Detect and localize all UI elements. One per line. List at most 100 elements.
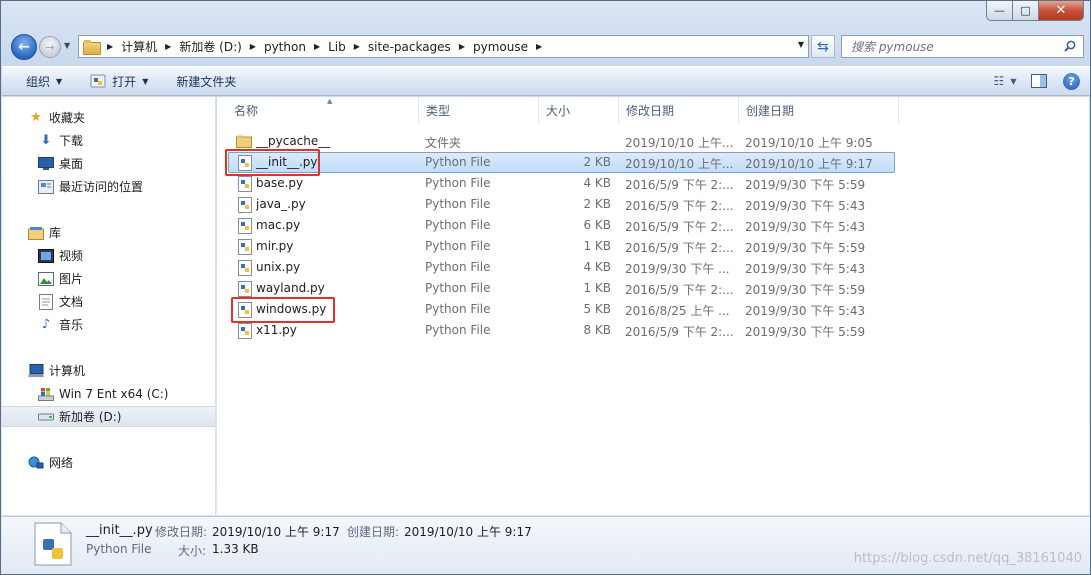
help-icon[interactable]: ?: [1063, 72, 1080, 90]
column-created-label: 创建日期: [746, 103, 795, 118]
file-row[interactable]: mir.py Python File 1 KB 2016/5/9 下午 2:..…: [217, 236, 895, 257]
breadcrumb-separator[interactable]: ▶: [310, 42, 324, 51]
breadcrumb-separator[interactable]: ▶: [161, 42, 175, 51]
open-button[interactable]: 打开 ▼: [78, 69, 160, 93]
breadcrumb-site-packages[interactable]: site-packages: [364, 40, 455, 54]
file-created: 2019/9/30 下午 5:59: [745, 325, 866, 339]
organize-button[interactable]: 组织 ▼: [14, 69, 74, 93]
nav-network[interactable]: 网络: [2, 452, 215, 473]
watermark-text: https://blog.csdn.net/qq_38161040: [853, 551, 1082, 566]
nav-videos[interactable]: 视频: [2, 245, 215, 266]
nav-drive-d-label: 新加卷 (D:): [59, 410, 122, 424]
column-header-created[interactable]: 创建日期: [739, 97, 899, 123]
breadcrumb-separator[interactable]: ▶: [350, 42, 364, 51]
file-row[interactable]: wayland.py Python File 1 KB 2016/5/9 下午 …: [217, 278, 895, 299]
details-size-label: 大小:: [178, 544, 207, 558]
file-created: 2019/9/30 下午 5:43: [745, 262, 866, 276]
drive-icon: [38, 409, 54, 425]
nav-pictures-label: 图片: [59, 272, 84, 286]
red-highlight-box-init: [225, 149, 320, 176]
breadcrumb-drive-d[interactable]: 新加卷 (D:): [175, 38, 245, 55]
folder-icon: [236, 135, 252, 148]
red-highlight-box-windows: [231, 297, 335, 323]
breadcrumb-pymouse[interactable]: pymouse: [469, 40, 532, 54]
file-row[interactable]: java_.py Python File 2 KB 2016/5/9 下午 2:…: [217, 194, 895, 215]
breadcrumb-lib[interactable]: Lib: [324, 40, 350, 54]
nav-recent-label: 最近访问的位置: [59, 180, 144, 194]
breadcrumb-separator[interactable]: ▶: [103, 42, 117, 51]
file-name: x11.py: [256, 323, 297, 337]
address-dropdown-icon[interactable]: ▼: [798, 40, 804, 49]
breadcrumb-python[interactable]: python: [260, 40, 310, 54]
nav-drive-c[interactable]: Win 7 Ent x64 (C:): [2, 383, 215, 404]
organize-label: 组织: [26, 74, 51, 89]
file-modified: 2019/10/10 上午...: [625, 157, 733, 171]
nav-videos-label: 视频: [59, 249, 84, 263]
view-list-icon: ☷: [993, 74, 1005, 88]
file-row[interactable]: unix.py Python File 4 KB 2019/9/30 下午 ..…: [217, 257, 895, 278]
file-row[interactable]: base.py Python File 4 KB 2016/5/9 下午 2:.…: [217, 173, 895, 194]
file-type: 文件夹: [425, 136, 462, 150]
arrow-right-icon: →: [45, 40, 55, 54]
nav-libraries[interactable]: 库: [2, 222, 215, 243]
column-type-label: 类型: [426, 103, 451, 118]
address-bar[interactable]: ▶ 计算机 ▶ 新加卷 (D:) ▶ python ▶ Lib ▶ site-p…: [78, 35, 809, 58]
search-icon[interactable]: [1064, 40, 1076, 52]
file-size: 6 KB: [583, 218, 611, 232]
file-size: 4 KB: [583, 260, 611, 274]
nav-documents[interactable]: 文档: [2, 291, 215, 312]
file-modified: 2016/8/25 上午 ...: [625, 304, 730, 318]
search-box[interactable]: [841, 35, 1084, 58]
column-header-size[interactable]: 大小: [539, 97, 619, 123]
preview-pane-button[interactable]: [1029, 71, 1049, 91]
video-icon: [38, 248, 54, 264]
refresh-button[interactable]: ⇆: [811, 35, 835, 58]
file-name: __pycache__: [256, 134, 331, 148]
breadcrumb-separator[interactable]: ▶: [532, 42, 546, 51]
nav-downloads[interactable]: ⬇ 下载: [2, 130, 215, 151]
nav-favorites[interactable]: ★ 收藏夹: [2, 107, 215, 128]
maximize-button[interactable]: □: [1013, 1, 1039, 21]
desktop-icon: [38, 156, 54, 172]
file-type: Python File: [425, 176, 491, 190]
minimize-button[interactable]: —: [986, 1, 1013, 21]
nav-music[interactable]: ♪ 音乐: [2, 314, 215, 335]
breadcrumb-separator[interactable]: ▶: [455, 42, 469, 51]
file-row[interactable]: mac.py Python File 6 KB 2016/5/9 下午 2:..…: [217, 215, 895, 236]
recent-pages-dropdown[interactable]: ▼: [64, 41, 70, 50]
new-folder-button[interactable]: 新建文件夹: [164, 69, 248, 93]
star-icon: ★: [30, 110, 42, 125]
music-note-icon: ♪: [41, 317, 51, 332]
details-modified-value: 2019/10/10 上午 9:17: [212, 525, 340, 539]
preview-pane-icon: [1031, 74, 1047, 88]
view-options-button[interactable]: ☷ ▼: [993, 71, 1017, 91]
new-folder-label: 新建文件夹: [176, 74, 237, 89]
column-header-name[interactable]: 名称 ▲: [227, 97, 419, 123]
network-icon: [28, 455, 44, 471]
toolbar-right-group: ☷ ▼ ?: [993, 71, 1080, 91]
file-created: 2019/9/30 下午 5:59: [745, 178, 866, 192]
file-row[interactable]: x11.py Python File 8 KB 2016/5/9 下午 2:..…: [217, 320, 895, 341]
forward-button[interactable]: →: [39, 36, 61, 58]
python-file-icon: [238, 218, 252, 234]
chevron-down-icon: ▼: [1010, 76, 1017, 86]
file-list-view: 名称 ▲ 类型 大小 修改日期 创建日期 __pycache__ 文件夹 201…: [217, 97, 1089, 515]
breadcrumb-computer[interactable]: 计算机: [117, 38, 161, 55]
windows-drive-icon: [38, 386, 54, 402]
details-modified-label: 修改日期:: [155, 525, 208, 539]
breadcrumb-separator[interactable]: ▶: [246, 42, 260, 51]
python-file-icon: [238, 197, 252, 213]
column-header-modified[interactable]: 修改日期: [619, 97, 739, 123]
nav-computer[interactable]: 计算机: [2, 360, 215, 381]
nav-desktop[interactable]: 桌面: [2, 153, 215, 174]
close-button[interactable]: ✕: [1039, 1, 1084, 21]
column-header-type[interactable]: 类型: [419, 97, 539, 123]
file-created: 2019/10/10 上午 9:17: [745, 157, 873, 171]
nav-recent-places[interactable]: 最近访问的位置: [2, 176, 215, 197]
search-input[interactable]: [851, 39, 1056, 54]
file-modified: 2016/5/9 下午 2:...: [625, 220, 733, 234]
nav-pictures[interactable]: 图片: [2, 268, 215, 289]
nav-drive-d[interactable]: 新加卷 (D:): [2, 406, 215, 427]
back-button[interactable]: ←: [11, 34, 37, 60]
file-type: Python File: [425, 281, 491, 295]
